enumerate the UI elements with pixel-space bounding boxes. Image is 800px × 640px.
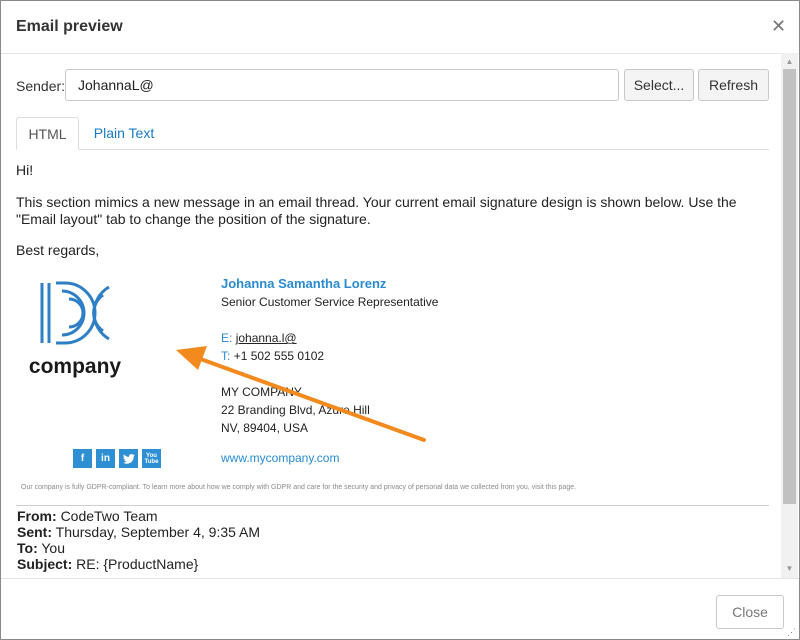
signature-phone: +1 502 555 0102	[233, 349, 325, 363]
from-value: CodeTwo Team	[60, 508, 158, 524]
youtube-icon[interactable]: You Tube	[142, 449, 161, 468]
tab-html[interactable]: HTML	[16, 117, 79, 150]
resize-grip-icon[interactable]: ⋰	[787, 627, 796, 638]
content-scrollbar[interactable]: ▲ ▼	[781, 53, 798, 578]
company-logo: company	[29, 281, 122, 378]
preview-tabs: HTML Plain Text	[16, 117, 769, 150]
linkedin-icon[interactable]: in	[96, 449, 115, 468]
sender-label: Sender:	[16, 78, 66, 94]
signature-address-2: NV, 89404, USA	[221, 421, 308, 435]
thread-sent: Sent: Thursday, September 4, 9:35 AM	[17, 524, 260, 540]
select-button[interactable]: Select...	[624, 69, 694, 101]
phone-label: T:	[221, 349, 231, 363]
sent-value: Thursday, September 4, 9:35 AM	[55, 524, 261, 540]
twitter-icon[interactable]	[119, 449, 138, 468]
signature-company: MY COMPANY	[221, 385, 302, 399]
sent-label: Sent:	[17, 524, 52, 540]
close-icon[interactable]: ✕	[771, 16, 786, 36]
signature-phone-line: T: +1 502 555 0102	[221, 349, 324, 363]
dialog-title: Email preview	[16, 18, 123, 35]
thread-divider	[16, 505, 769, 506]
scroll-down-icon[interactable]: ▼	[781, 564, 798, 574]
subject-label: Subject:	[17, 556, 73, 572]
to-label: To:	[17, 540, 38, 556]
to-value: You	[41, 540, 65, 556]
sender-input[interactable]	[65, 69, 619, 101]
signature-email-link[interactable]: johanna.l@	[236, 331, 297, 345]
email-preview-dialog: Email preview ✕ Sender: Select... Refres…	[0, 0, 800, 640]
thread-to: To: You	[17, 540, 65, 556]
subject-value: RE: {ProductName}	[76, 556, 199, 572]
tab-plain-text[interactable]: Plain Text	[82, 117, 166, 149]
scroll-up-icon[interactable]: ▲	[781, 57, 798, 67]
logo-text: company	[29, 355, 122, 378]
message-body: This section mimics a new message in an …	[16, 194, 737, 227]
thread-from: From: CodeTwo Team	[17, 508, 158, 524]
signature-title: Senior Customer Service Representative	[221, 295, 439, 309]
from-label: From:	[17, 508, 57, 524]
email-label: E:	[221, 331, 233, 345]
signature-website-link[interactable]: www.mycompany.com	[221, 451, 339, 465]
message-greeting: Hi!	[16, 162, 34, 178]
signature-email-line: E: johanna.l@	[221, 331, 297, 345]
facebook-icon[interactable]: f	[73, 449, 92, 468]
signature-address-1: 22 Branding Blvd, Azure Hill	[221, 403, 370, 417]
thread-subject: Subject: RE: {ProductName}	[17, 556, 198, 572]
close-button[interactable]: Close	[716, 595, 784, 629]
scroll-thumb[interactable]	[783, 69, 796, 504]
dialog-footer: Close	[1, 578, 799, 640]
message-closing: Best regards,	[16, 242, 100, 258]
refresh-button[interactable]: Refresh	[698, 69, 769, 101]
signature-name: Johanna Samantha Lorenz	[221, 276, 387, 291]
gdpr-disclaimer: Our company is fully GDPR-compliant. To …	[21, 484, 577, 491]
dialog-titlebar: Email preview ✕	[1, 1, 799, 54]
